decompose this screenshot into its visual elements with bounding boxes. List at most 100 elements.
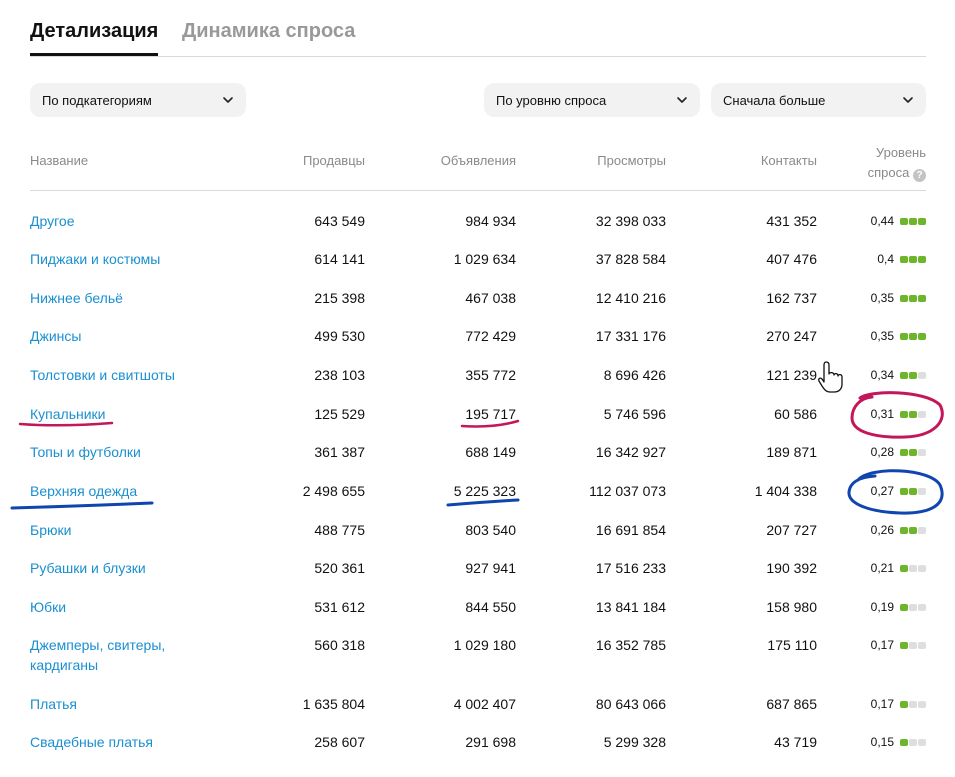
sellers-value: 2 498 655 [302, 483, 365, 499]
column-header-ads[interactable]: Объявления [441, 153, 516, 168]
category-link[interactable]: Джинсы [30, 326, 230, 346]
ads-value: 984 934 [465, 213, 516, 229]
tab-bar: Детализация Динамика спроса [30, 0, 926, 57]
column-header-sellers[interactable]: Продавцы [303, 153, 365, 168]
contacts-value: 687 865 [766, 696, 817, 712]
category-link[interactable]: Рубашки и блузки [30, 558, 230, 578]
chevron-down-icon [903, 97, 913, 103]
category-link[interactable]: Платья [30, 694, 230, 714]
contacts-value: 407 476 [766, 251, 817, 267]
tab-demand-dynamics[interactable]: Динамика спроса [182, 20, 355, 53]
sellers-value: 531 612 [314, 599, 365, 615]
level-dot [900, 700, 908, 708]
demand-level-value: 0,4 [877, 252, 894, 266]
level-dot [900, 294, 908, 302]
level-dot [918, 217, 926, 225]
level-dot [909, 217, 917, 225]
column-header-contacts[interactable]: Контакты [761, 153, 817, 168]
category-link[interactable]: Пиджаки и костюмы [30, 249, 230, 269]
level-dot [900, 487, 908, 495]
column-header-name[interactable]: Название [30, 153, 88, 168]
table-row: Нижнее бельё 215 398 467 038 12 410 216 162 … [30, 288, 926, 326]
chevron-down-icon [677, 97, 687, 103]
demand-level-value: 0,35 [870, 291, 894, 305]
demand-level-indicator [900, 255, 926, 263]
level-dot [900, 217, 908, 225]
demand-filter-value: По уровню спроса [496, 92, 607, 108]
demand-level-indicator [900, 564, 926, 572]
ads-value: 688 149 [465, 444, 516, 460]
category-link[interactable]: Свадебные платья [30, 732, 230, 752]
demand-level: 0,26 [871, 520, 926, 540]
demand-level-indicator [900, 526, 926, 534]
column-header-views[interactable]: Просмотры [597, 153, 666, 168]
category-link[interactable]: Другое [30, 211, 230, 231]
category-link[interactable]: Нижнее бельё [30, 288, 230, 308]
table-row: Пиджаки и костюмы 614 141 1 029 634 37 828 … [30, 249, 926, 287]
demand-level-indicator [900, 738, 926, 746]
demand-level: 0,17 [871, 694, 926, 714]
category-link[interactable]: Юбки [30, 597, 230, 617]
views-value: 16 342 927 [595, 444, 666, 460]
ads-value: 844 550 [465, 599, 516, 615]
level-dot [909, 332, 917, 340]
contacts-value: 431 352 [766, 213, 817, 229]
table-row: Толстовки и свитшоты 238 103 355 772 8 696 … [30, 365, 926, 403]
ads-value: 4 002 407 [453, 696, 516, 712]
question-icon[interactable]: ? [913, 169, 926, 182]
level-dot [900, 526, 908, 534]
level-dot [909, 641, 917, 649]
demand-level: 0,35 [871, 326, 926, 346]
chevron-down-icon [223, 97, 233, 103]
level-dot [909, 294, 917, 302]
demand-level-value: 0,15 [870, 735, 894, 749]
ads-value: 927 941 [465, 560, 516, 576]
demand-level-indicator [900, 448, 926, 456]
column-header-level[interactable]: Уровень спроса ? [868, 143, 926, 183]
level-dot [918, 641, 926, 649]
category-link[interactable]: Верхняя одежда [30, 481, 230, 501]
column-header-level-line2: спроса [867, 165, 910, 180]
contacts-value: 158 980 [766, 599, 817, 615]
group-by-value: По подкатегориям [42, 92, 152, 108]
category-link[interactable]: Джемперы, свитеры, кардиганы [30, 635, 190, 675]
level-dot [909, 603, 917, 611]
ads-value: 803 540 [465, 522, 516, 538]
demand-filter-select[interactable]: По уровню спроса [484, 83, 700, 117]
sellers-value: 614 141 [314, 251, 365, 267]
level-dot [909, 526, 917, 534]
demand-level-indicator [900, 371, 926, 379]
category-link[interactable]: Топы и футболки [30, 442, 230, 462]
demand-level-indicator [900, 603, 926, 611]
demand-level: 0,21 [871, 558, 926, 578]
sort-value: Сначала больше [723, 92, 826, 108]
group-by-select[interactable]: По подкатегориям [30, 83, 246, 117]
tab-details[interactable]: Детализация [30, 20, 159, 56]
views-value: 16 352 785 [595, 637, 666, 653]
demand-level: 0,17 [871, 635, 926, 655]
sellers-value: 238 103 [314, 367, 365, 383]
demand-page: Детализация Динамика спроса По подкатего… [30, 0, 926, 777]
level-dot [900, 641, 908, 649]
sort-select[interactable]: Сначала больше [711, 83, 926, 117]
sellers-value: 361 387 [314, 444, 365, 460]
ads-value: 195 717 [465, 406, 516, 422]
table-row: Купальники 125 529 195 717 5 746 596 60 586 0… [30, 404, 926, 442]
category-link[interactable]: Толстовки и свитшоты [30, 365, 230, 385]
level-dot [909, 448, 917, 456]
level-dot [918, 700, 926, 708]
category-link[interactable]: Купальники [30, 404, 230, 424]
level-dot [909, 700, 917, 708]
table-row: Юбки 531 612 844 550 13 841 184 158 980 0,19 [30, 597, 926, 635]
views-value: 12 410 216 [595, 290, 666, 306]
views-value: 112 037 073 [589, 483, 666, 499]
contacts-value: 43 719 [774, 734, 817, 750]
level-dot [909, 738, 917, 746]
table-row: Брюки 488 775 803 540 16 691 854 207 727 0,26 [30, 520, 926, 558]
level-dot [918, 738, 926, 746]
demand-level-value: 0,26 [870, 523, 894, 537]
demand-level-value: 0,17 [870, 638, 894, 652]
category-link[interactable]: Брюки [30, 520, 230, 540]
level-dot [900, 738, 908, 746]
level-dot [900, 448, 908, 456]
